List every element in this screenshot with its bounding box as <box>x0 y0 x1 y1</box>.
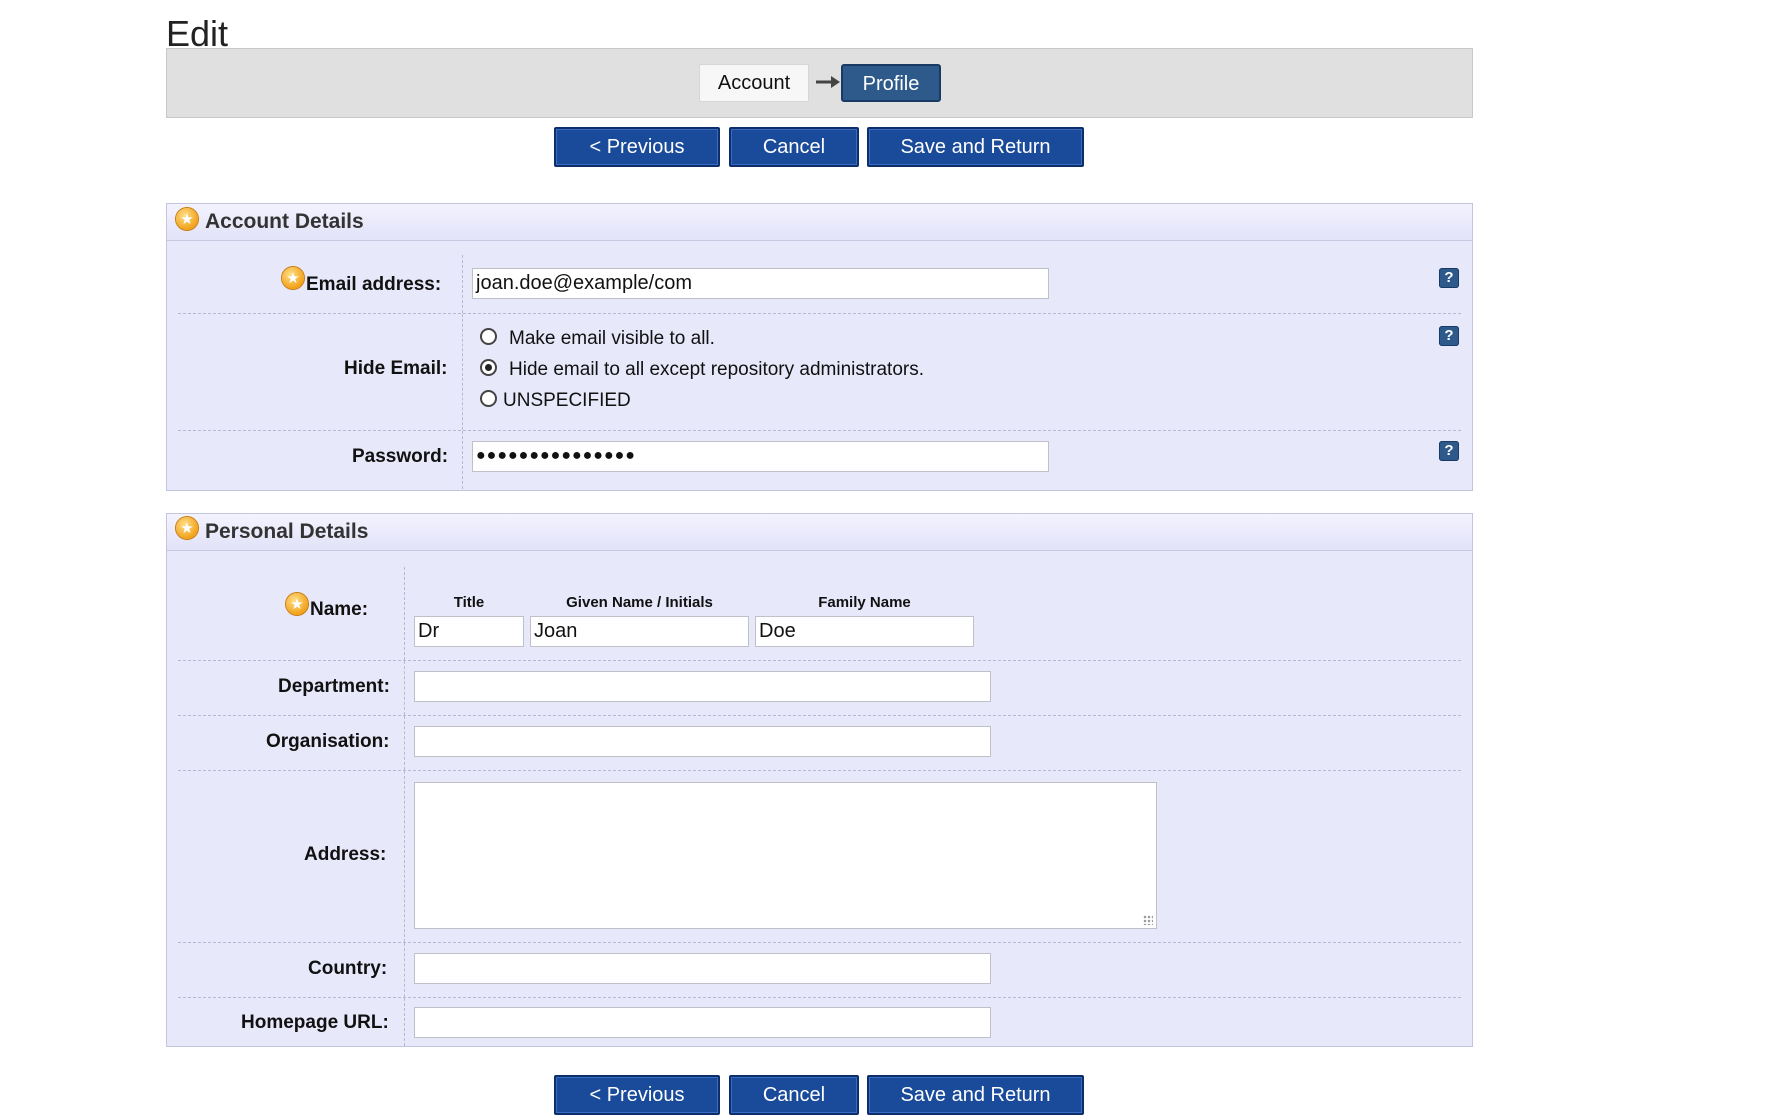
homepage-field[interactable] <box>414 1007 991 1038</box>
homepage-row: Homepage URL: <box>178 998 1461 1046</box>
required-star-icon <box>176 517 198 539</box>
department-field[interactable] <box>414 671 991 702</box>
help-icon[interactable]: ? <box>1439 268 1459 288</box>
organisation-label: Organisation: <box>266 731 390 752</box>
title-field[interactable]: Dr <box>414 616 524 647</box>
organisation-field[interactable] <box>414 726 991 757</box>
hide-email-row: Hide Email: Make email visible to all. H… <box>178 314 1461 431</box>
required-star-icon <box>282 267 304 289</box>
address-textarea[interactable] <box>414 782 1157 929</box>
name-label: Name: <box>310 599 369 620</box>
country-row: Country: <box>178 943 1461 998</box>
password-field[interactable]: ●●●●●●●●●●●●●●● <box>472 441 1049 472</box>
wizard-stage-bar: Account Profile <box>166 48 1473 118</box>
account-details-panel: Account Details Email address: joan.doe@… <box>166 203 1473 491</box>
stage-profile-button[interactable]: Profile <box>841 64 941 102</box>
country-field[interactable] <box>414 953 991 984</box>
department-row: Department: <box>178 661 1461 716</box>
account-details-heading: Account Details <box>205 210 364 233</box>
stage-account-button[interactable]: Account <box>699 64 809 102</box>
previous-button[interactable]: < Previous <box>554 127 720 167</box>
required-star-icon <box>286 593 308 615</box>
radio-button[interactable] <box>480 328 497 345</box>
email-label: Email address: <box>306 274 442 295</box>
resize-grip-icon[interactable] <box>1143 915 1153 925</box>
personal-details-header: Personal Details <box>167 514 1472 551</box>
radio-button[interactable] <box>480 390 497 407</box>
organisation-row: Organisation: <box>178 716 1461 771</box>
arrow-right-icon <box>816 76 840 88</box>
password-label: Password: <box>352 446 449 467</box>
country-label: Country: <box>308 958 388 979</box>
personal-details-heading: Personal Details <box>205 520 369 543</box>
given-name-field[interactable]: Joan <box>530 616 749 647</box>
department-label: Department: <box>278 676 390 697</box>
cancel-button[interactable]: Cancel <box>729 127 859 167</box>
title-column-header: Title <box>453 594 485 611</box>
email-field[interactable]: joan.doe@example/com <box>472 268 1049 299</box>
address-row: Address: <box>178 771 1461 943</box>
save-and-return-button[interactable]: Save and Return <box>867 127 1084 167</box>
name-row: Name: Title Given Name / Initials Family… <box>178 567 1461 661</box>
radio-button-checked[interactable] <box>480 359 497 376</box>
password-row: Password: ●●●●●●●●●●●●●●● ? <box>178 431 1461 489</box>
required-star-icon <box>176 208 198 230</box>
account-details-header: Account Details <box>167 204 1472 241</box>
save-and-return-button[interactable]: Save and Return <box>867 1075 1084 1115</box>
homepage-label: Homepage URL: <box>241 1012 389 1033</box>
bottom-button-row: < Previous Cancel Save and Return <box>0 1075 1769 1115</box>
hide-email-label: Hide Email: <box>344 358 448 379</box>
family-name-field[interactable]: Doe <box>755 616 974 647</box>
email-row: Email address: joan.doe@example/com ? <box>178 255 1461 314</box>
help-icon[interactable]: ? <box>1439 326 1459 346</box>
personal-details-panel: Personal Details Name: Title Given Name … <box>166 513 1473 1047</box>
address-label: Address: <box>304 844 387 865</box>
family-name-column-header: Family Name <box>818 594 911 611</box>
top-button-row: < Previous Cancel Save and Return <box>0 127 1769 167</box>
given-name-column-header: Given Name / Initials <box>566 594 713 611</box>
help-icon[interactable]: ? <box>1439 441 1459 461</box>
cancel-button[interactable]: Cancel <box>729 1075 859 1115</box>
previous-button[interactable]: < Previous <box>554 1075 720 1115</box>
